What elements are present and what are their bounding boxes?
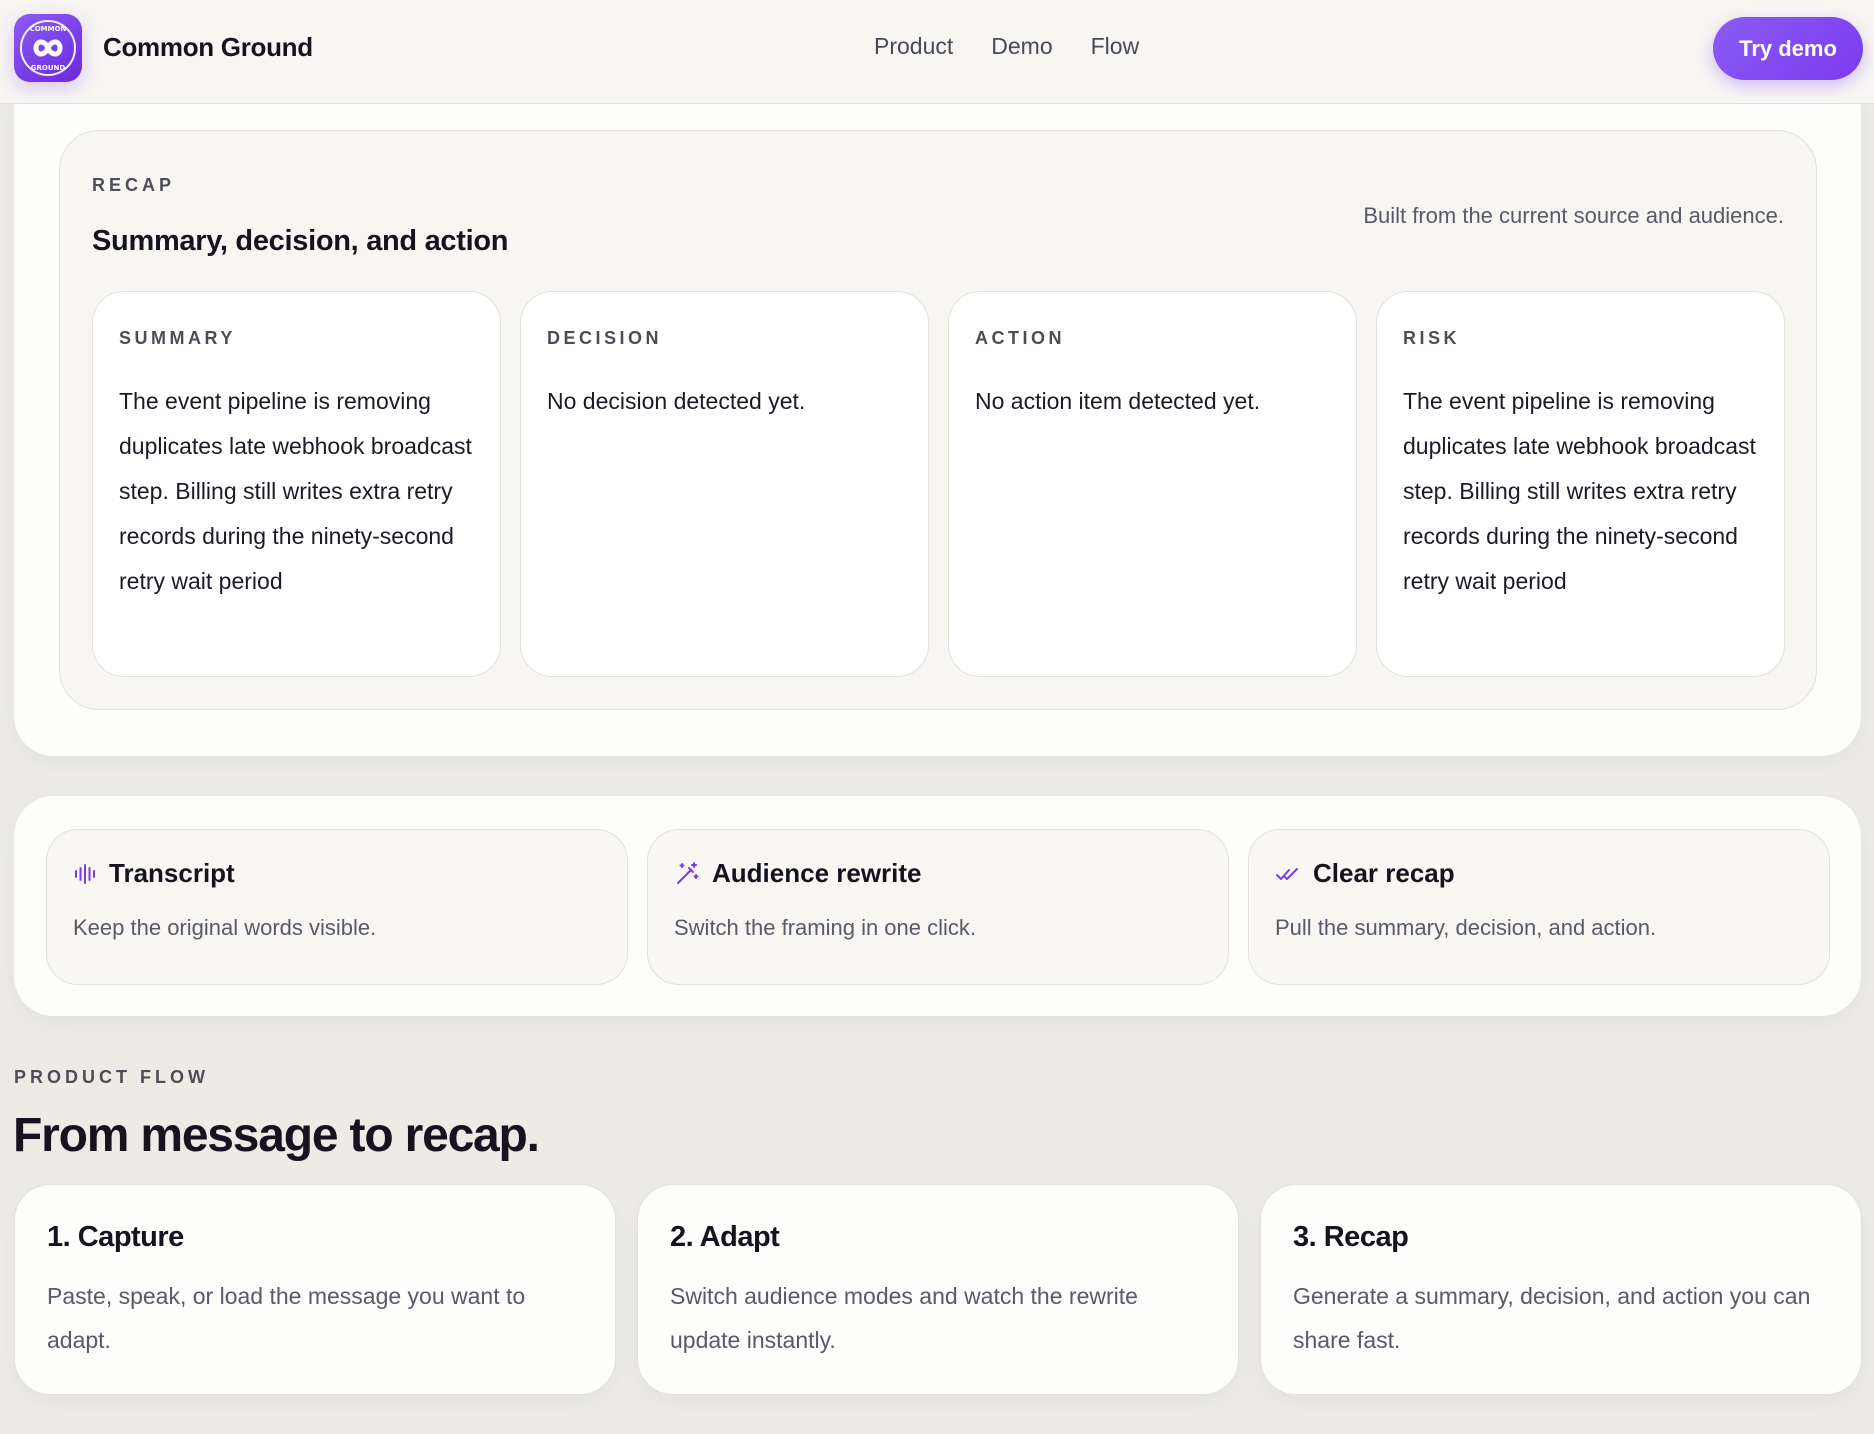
recap-eyebrow: RECAP: [92, 175, 176, 195]
logo-text-bottom: GROUND: [31, 64, 66, 72]
flow-step-capture: 1. Capture Paste, speak, or load the mes…: [14, 1184, 616, 1395]
nav-link-demo[interactable]: Demo: [991, 33, 1052, 60]
recap-card-risk: RISK The event pipeline is removing dupl…: [1376, 291, 1785, 677]
feature-card-transcript: Transcript Keep the original words visib…: [46, 829, 628, 985]
flow-step-recap: 3. Recap Generate a summary, decision, a…: [1260, 1184, 1862, 1395]
recap-card-decision: DECISION No decision detected yet.: [520, 291, 929, 677]
recap-title: Summary, decision, and action: [92, 225, 509, 257]
flow-step-title: 3. Recap: [1293, 1221, 1409, 1253]
common-ground-logo-icon[interactable]: COMMON GROUND: [14, 14, 82, 82]
recap-card-text: No decision detected yet.: [547, 388, 806, 414]
flow-step-title: 2. Adapt: [670, 1221, 780, 1253]
recap-card-summary: SUMMARY The event pipeline is removing d…: [92, 291, 501, 677]
feature-description: Keep the original words visible.: [73, 915, 377, 940]
recap-card-action: ACTION No action item detected yet.: [948, 291, 1357, 677]
recap-card-label: ACTION: [975, 328, 1065, 348]
recap-source-note: Built from the current source and audien…: [1363, 203, 1784, 228]
infinity-logo-icon: COMMON GROUND: [20, 20, 76, 76]
brand-name[interactable]: Common Ground: [103, 32, 313, 63]
flow-step-title: 1. Capture: [47, 1221, 184, 1253]
nav-link-product[interactable]: Product: [874, 33, 953, 60]
recap-card-text: No action item detected yet.: [975, 388, 1261, 414]
audio-wave-icon: [75, 863, 95, 884]
recap-card-text: The event pipeline is removing duplicate…: [119, 388, 472, 594]
top-navigation-bar: COMMON GROUND Common Ground Product Demo…: [0, 0, 1874, 104]
product-flow-title: From message to recap.: [13, 1109, 540, 1162]
logo-text-top: COMMON: [30, 25, 67, 33]
flow-step-adapt: 2. Adapt Switch audience modes and watch…: [637, 1184, 1239, 1395]
flow-step-description: Switch audience modes and watch the rewr…: [670, 1283, 1138, 1353]
nav-link-flow[interactable]: Flow: [1091, 33, 1140, 60]
feature-title: Clear recap: [1313, 858, 1455, 888]
feature-card-clear-recap: Clear recap Pull the summary, decision, …: [1248, 829, 1830, 985]
recap-card-text: The event pipeline is removing duplicate…: [1403, 388, 1756, 594]
recap-card-label: DECISION: [547, 328, 663, 348]
try-demo-button[interactable]: Try demo: [1713, 17, 1863, 80]
recap-card-label: SUMMARY: [119, 328, 236, 348]
flow-step-description: Generate a summary, decision, and action…: [1293, 1283, 1811, 1353]
magic-wand-icon: [677, 861, 699, 884]
feature-description: Switch the framing in one click.: [674, 915, 977, 940]
feature-description: Pull the summary, decision, and action.: [1275, 915, 1657, 940]
recap-card-label: RISK: [1403, 328, 1461, 348]
product-flow-eyebrow: PRODUCT FLOW: [14, 1067, 209, 1087]
feature-card-audience-rewrite: Audience rewrite Switch the framing in o…: [647, 829, 1229, 985]
feature-title: Transcript: [109, 858, 235, 888]
feature-title: Audience rewrite: [712, 858, 922, 888]
flow-step-description: Paste, speak, or load the message you wa…: [47, 1283, 526, 1353]
main-nav: Product Demo Flow: [874, 33, 1139, 60]
double-check-icon: [1276, 867, 1298, 880]
